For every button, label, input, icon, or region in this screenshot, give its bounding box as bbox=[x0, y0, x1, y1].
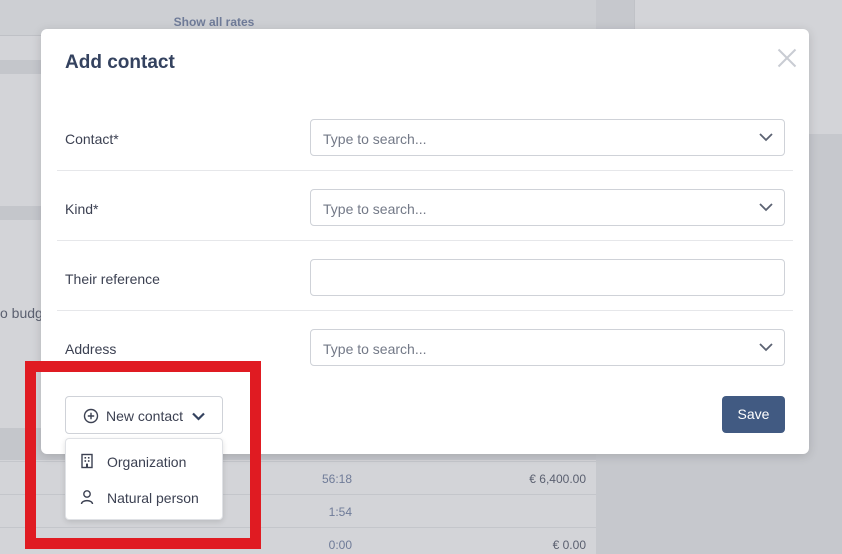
plus-circle-icon bbox=[83, 408, 99, 424]
show-all-rates-link[interactable]: Show all rates bbox=[0, 15, 428, 29]
form-row-contact: Contact* Type to search... bbox=[57, 101, 793, 171]
building-icon bbox=[81, 453, 93, 469]
chevron-down-icon bbox=[759, 133, 773, 142]
natural-person-label: Natural person bbox=[107, 490, 199, 506]
person-icon bbox=[80, 490, 94, 505]
background-table-row: 0:00 € 0.00 bbox=[0, 527, 596, 554]
their-reference-label: Their reference bbox=[65, 271, 160, 287]
kind-label: Kind* bbox=[65, 201, 99, 217]
chevron-down-icon bbox=[759, 343, 773, 352]
form-row-reference: Their reference bbox=[57, 241, 793, 311]
close-icon[interactable] bbox=[775, 46, 799, 70]
contact-select[interactable]: Type to search... bbox=[310, 119, 785, 156]
form-row-kind: Kind* Type to search... bbox=[57, 171, 793, 241]
address-select[interactable]: Type to search... bbox=[310, 329, 785, 366]
kind-select[interactable]: Type to search... bbox=[310, 189, 785, 226]
new-contact-button[interactable]: New contact bbox=[65, 396, 223, 434]
row-time: 0:00 bbox=[328, 538, 352, 552]
row-amount: € 6,400.00 bbox=[529, 472, 586, 486]
row-amount: € 0.00 bbox=[552, 538, 586, 552]
address-placeholder: Type to search... bbox=[323, 341, 427, 357]
their-reference-input[interactable] bbox=[310, 259, 785, 296]
chevron-down-icon bbox=[192, 412, 205, 421]
new-contact-label: New contact bbox=[106, 408, 184, 424]
new-contact-dropdown: Organization Natural person bbox=[65, 438, 223, 520]
contact-placeholder: Type to search... bbox=[323, 131, 427, 147]
chevron-down-icon bbox=[759, 203, 773, 212]
address-label: Address bbox=[65, 341, 117, 357]
row-time: 56:18 bbox=[321, 472, 352, 486]
row-time: 1:54 bbox=[328, 505, 352, 519]
menu-item-natural-person[interactable]: Natural person bbox=[66, 480, 222, 514]
modal-title: Add contact bbox=[65, 52, 175, 73]
save-button[interactable]: Save bbox=[722, 396, 785, 433]
contact-label: Contact* bbox=[65, 131, 119, 147]
organization-label: Organization bbox=[107, 454, 187, 470]
add-contact-modal: Add contact Contact* Type to search... K… bbox=[41, 29, 809, 454]
kind-placeholder: Type to search... bbox=[323, 201, 427, 217]
form-row-address: Address Type to search... bbox=[57, 311, 793, 381]
menu-item-organization[interactable]: Organization bbox=[66, 444, 222, 478]
